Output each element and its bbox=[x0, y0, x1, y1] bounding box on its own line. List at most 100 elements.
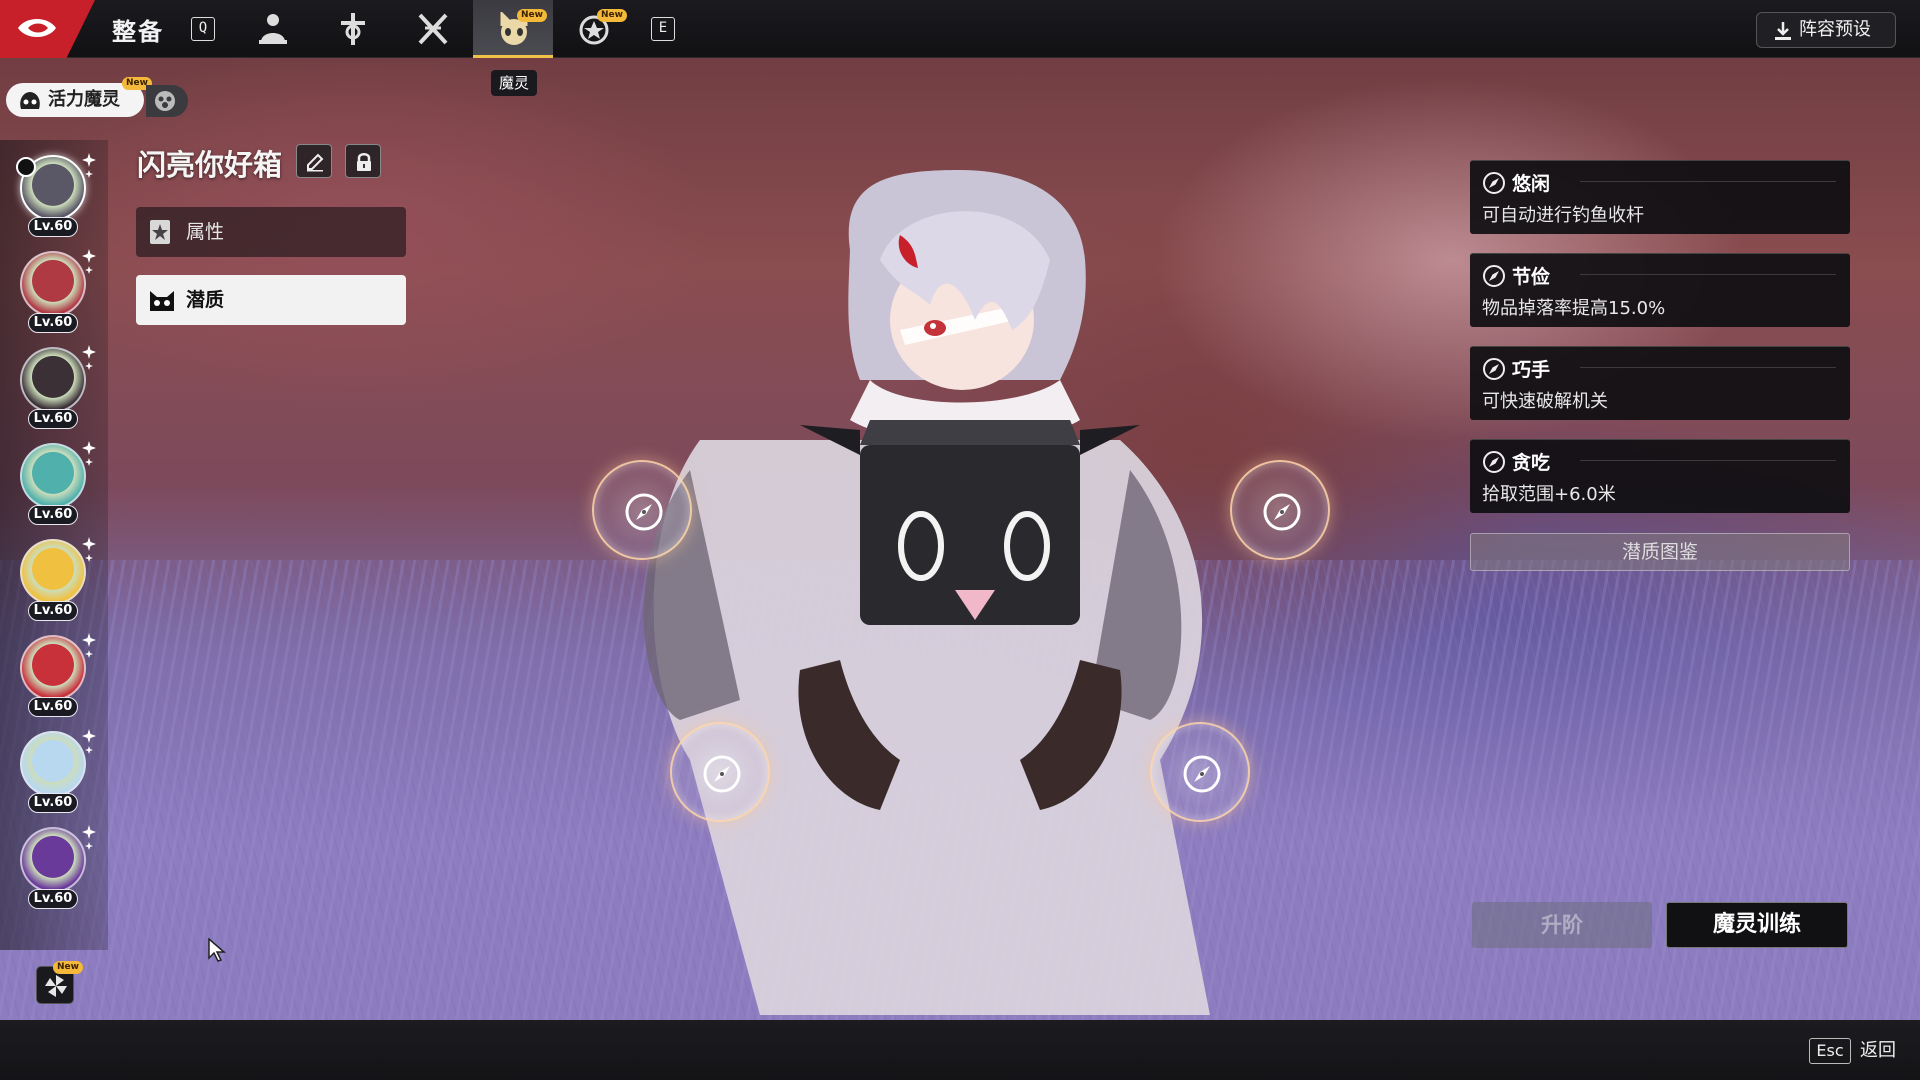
trait-description: 可快速破解机关 bbox=[1482, 391, 1608, 412]
grass-field bbox=[0, 560, 1920, 1020]
menu-item-attributes[interactable]: 属性 bbox=[136, 207, 406, 257]
lock-button[interactable] bbox=[345, 144, 381, 178]
pet-avatar bbox=[20, 635, 86, 701]
trait-name: 节俭 bbox=[1512, 266, 1551, 288]
potential-slot-2[interactable] bbox=[1230, 460, 1330, 560]
trait-description: 物品掉落率提高15.0% bbox=[1482, 298, 1666, 319]
trait-card[interactable]: 悠闲可自动进行钓鱼收杆 bbox=[1470, 160, 1850, 234]
compass-icon bbox=[1183, 755, 1221, 793]
back-label[interactable]: 返回 bbox=[1860, 1038, 1896, 1064]
trait-divider bbox=[1580, 367, 1836, 368]
trait-divider bbox=[1580, 274, 1836, 275]
trait-description: 拾取范围+6.0米 bbox=[1482, 484, 1616, 505]
compass-icon bbox=[1263, 493, 1301, 531]
crossed-swords-icon bbox=[418, 13, 448, 45]
pet-avatar bbox=[20, 347, 86, 413]
pet-level-badge: Lv.60 bbox=[28, 793, 78, 813]
potential-slot-3[interactable] bbox=[670, 722, 770, 822]
menu-item-potential[interactable]: 潜质 bbox=[136, 275, 406, 325]
pet-list-item[interactable]: Lv.60 bbox=[18, 537, 96, 629]
pet-level-badge: Lv.60 bbox=[28, 889, 78, 909]
trait-name: 贪吃 bbox=[1512, 452, 1551, 474]
potential-slot-4[interactable] bbox=[1150, 722, 1250, 822]
pet-avatar bbox=[20, 443, 86, 509]
bottom-bar: Esc 返回 bbox=[0, 1020, 1920, 1080]
pet-level-badge: Lv.60 bbox=[28, 697, 78, 717]
pinwheel-icon bbox=[45, 975, 67, 997]
compass-icon bbox=[1483, 265, 1505, 287]
game-logo-icon bbox=[18, 19, 56, 37]
potential-slot-1[interactable] bbox=[592, 460, 692, 560]
attribute-card-icon bbox=[150, 220, 170, 244]
pet-avatar bbox=[20, 827, 86, 893]
potential-codex-button[interactable]: 潜质图鉴 bbox=[1470, 533, 1850, 571]
lock-icon bbox=[357, 153, 371, 171]
sparkle-icon bbox=[82, 249, 96, 274]
pet-avatar bbox=[20, 251, 86, 317]
sparkle-icon bbox=[82, 345, 96, 370]
pet-dex-button[interactable]: New bbox=[36, 961, 83, 1004]
sparkle-icon bbox=[82, 153, 96, 178]
pet-level-badge: Lv.60 bbox=[28, 505, 78, 525]
compass-icon bbox=[1483, 358, 1505, 380]
info-icon[interactable] bbox=[16, 157, 36, 177]
page-title: 整备 bbox=[112, 18, 164, 46]
prev-tab-key-hint[interactable]: Q bbox=[191, 17, 215, 41]
trait-name: 悠闲 bbox=[1512, 173, 1551, 195]
pet-filter-chip[interactable]: 活力魔灵 New bbox=[6, 77, 152, 117]
next-tab-key-hint[interactable]: E bbox=[651, 17, 675, 41]
tab-skills[interactable] bbox=[393, 0, 473, 58]
cat-face-icon bbox=[150, 291, 174, 311]
trait-divider bbox=[1580, 460, 1836, 461]
ascend-button[interactable]: 升阶 bbox=[1472, 902, 1652, 948]
new-badge: New bbox=[517, 9, 547, 22]
pet-level-badge: Lv.60 bbox=[28, 409, 78, 429]
lineup-preset-button[interactable]: 阵容预设 bbox=[1756, 12, 1896, 48]
compass-icon bbox=[625, 493, 663, 531]
pet-head-icon bbox=[20, 92, 40, 109]
compass-icon bbox=[1483, 451, 1505, 473]
pet-level-badge: Lv.60 bbox=[28, 217, 78, 237]
paw-icon bbox=[155, 91, 175, 111]
trait-card[interactable]: 贪吃拾取范围+6.0米 bbox=[1470, 439, 1850, 513]
pet-list-item[interactable]: Lv.60 bbox=[18, 633, 96, 725]
tab-pet[interactable]: New bbox=[473, 0, 553, 58]
sparkle-icon bbox=[82, 537, 96, 562]
pet-name: 闪亮你好箱 bbox=[137, 148, 283, 182]
pet-group-toggle[interactable] bbox=[146, 85, 188, 117]
tab-weapon[interactable] bbox=[313, 0, 393, 58]
trait-card[interactable]: 巧手可快速破解机关 bbox=[1470, 346, 1850, 420]
compass-icon bbox=[1483, 172, 1505, 194]
tab-character[interactable] bbox=[233, 0, 313, 58]
sparkle-icon bbox=[82, 633, 96, 658]
esc-key-hint[interactable]: Esc bbox=[1809, 1038, 1851, 1064]
pet-avatar bbox=[20, 731, 86, 797]
pet-list-item[interactable]: Lv.60 bbox=[18, 729, 96, 821]
pet-list-item[interactable]: Lv.60 bbox=[18, 825, 96, 917]
trait-description: 可自动进行钓鱼收杆 bbox=[1482, 205, 1644, 226]
menu-item-potential-label: 潜质 bbox=[186, 289, 225, 311]
sparkle-icon bbox=[82, 441, 96, 466]
top-nav-bar: 整备 Q New New E 阵容预设 bbox=[0, 0, 1920, 58]
sparkle-icon bbox=[82, 825, 96, 850]
back-logo-button[interactable] bbox=[0, 0, 95, 58]
new-badge: New bbox=[53, 961, 83, 974]
sparkle-icon bbox=[82, 729, 96, 754]
rename-button[interactable] bbox=[296, 144, 332, 178]
pet-level-badge: Lv.60 bbox=[28, 313, 78, 333]
trait-name: 巧手 bbox=[1512, 359, 1551, 381]
pet-list-item[interactable]: Lv.60 bbox=[18, 441, 96, 533]
weapon-icon bbox=[341, 13, 365, 45]
compass-icon bbox=[703, 755, 741, 793]
download-icon bbox=[1775, 22, 1791, 40]
menu-item-attributes-label: 属性 bbox=[186, 221, 225, 243]
mouse-cursor-icon bbox=[208, 938, 226, 962]
pet-training-button[interactable]: 魔灵训练 bbox=[1666, 902, 1848, 948]
new-badge: New bbox=[597, 9, 627, 22]
pencil-icon bbox=[307, 153, 324, 172]
pet-list-item[interactable]: Lv.60 bbox=[18, 249, 96, 341]
tab-medal[interactable]: New bbox=[553, 0, 633, 58]
pet-list-item[interactable]: Lv.60 bbox=[18, 345, 96, 437]
lineup-preset-label: 阵容预设 bbox=[1799, 19, 1871, 40]
trait-card[interactable]: 节俭物品掉落率提高15.0% bbox=[1470, 253, 1850, 327]
